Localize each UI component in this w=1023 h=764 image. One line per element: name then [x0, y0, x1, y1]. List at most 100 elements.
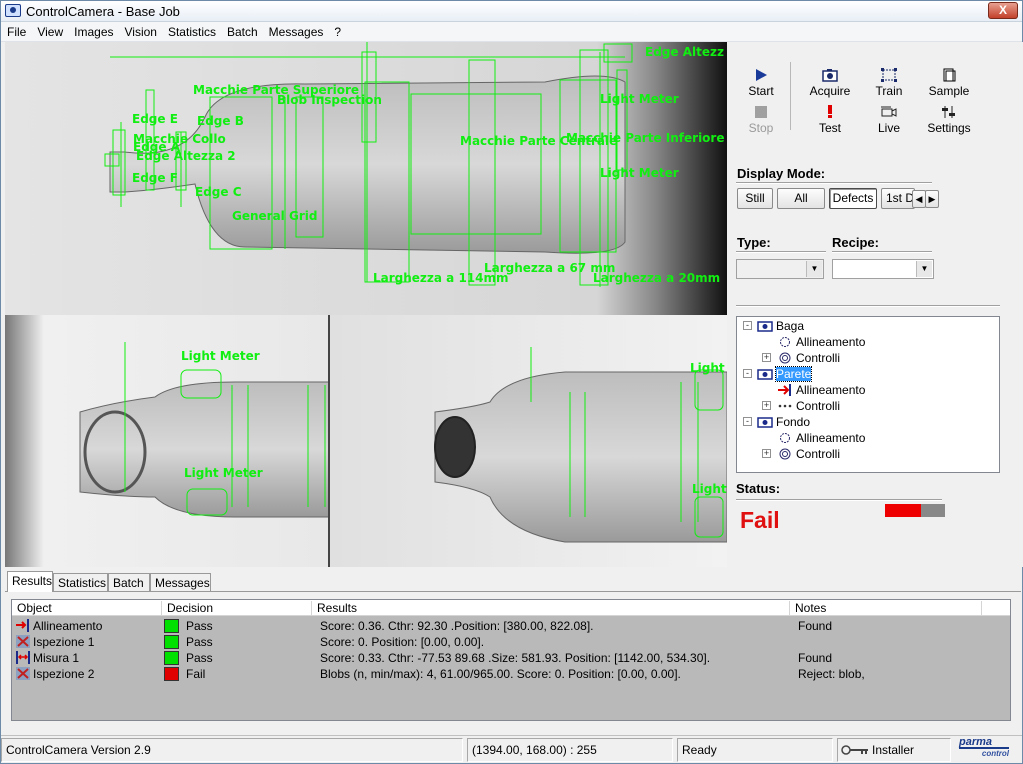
- camera-icon: [757, 417, 773, 428]
- tab-results[interactable]: Results: [7, 571, 53, 592]
- tree-expand-toggle[interactable]: +: [762, 449, 771, 458]
- window-title: ControlCamera - Base Job: [26, 4, 180, 19]
- sample-icon: [943, 68, 956, 82]
- title-bar: ControlCamera - Base Job X: [1, 1, 1022, 22]
- tree-item-parete-controlli[interactable]: Controlli: [777, 397, 840, 413]
- menu-view[interactable]: View: [31, 22, 68, 39]
- fail-indicator-bar: [885, 504, 945, 517]
- overlay-light-meter-bl-top: Light Meter: [181, 349, 260, 363]
- tree-item-parete-allineamento[interactable]: Allineamento: [777, 381, 865, 397]
- scroll-left-button[interactable]: ◀: [912, 190, 926, 208]
- overlay-light-meter-bl-bottom: Light Meter: [184, 466, 263, 480]
- acquire-button[interactable]: Acquire: [802, 68, 858, 98]
- results-header: Object Decision Results Notes: [12, 600, 1010, 616]
- overlay-light-br-top: Light: [690, 361, 725, 375]
- tree-item-fondo-allineamento[interactable]: Allineamento: [777, 429, 865, 445]
- train-button[interactable]: Train: [861, 68, 917, 98]
- pass-indicator: [164, 635, 179, 649]
- measure-icon: [16, 651, 30, 664]
- video-camera-icon: [881, 106, 897, 117]
- display-all-button[interactable]: All: [777, 188, 825, 209]
- status-version: ControlCamera Version 2.9: [1, 738, 463, 762]
- tree-expand-toggle[interactable]: +: [762, 353, 771, 362]
- inspection-tree[interactable]: - Baga Allineamento + Controlli - Parete…: [736, 316, 1000, 473]
- close-button[interactable]: X: [988, 2, 1018, 19]
- overlay-edge-altezza-2: Edge Altezza 2: [136, 149, 236, 163]
- type-select[interactable]: ▼: [736, 259, 824, 279]
- camera-app-icon: [5, 4, 21, 17]
- col-object[interactable]: Object: [12, 601, 162, 616]
- tree-expand-toggle[interactable]: +: [762, 401, 771, 410]
- display-first-defect-button[interactable]: 1st D: [881, 188, 915, 209]
- divider: [736, 305, 1000, 307]
- overlay-edge-c: Edge C: [195, 185, 242, 199]
- stop-button[interactable]: Stop: [733, 105, 789, 135]
- overlay-labels: Edge Altezz Macchie Parte Superiore Blob…: [5, 42, 727, 567]
- tab-messages[interactable]: Messages: [150, 573, 211, 591]
- display-mode-label: Display Mode:: [737, 166, 826, 181]
- overlay-edge-e: Edge E: [132, 112, 178, 126]
- cross-icon: [16, 635, 30, 648]
- arrow-icon: [778, 383, 791, 396]
- start-button[interactable]: Start: [733, 68, 789, 98]
- camera-icon: [757, 369, 773, 380]
- camera-icon: [757, 321, 773, 332]
- image-viewer[interactable]: Edge Altezz Macchie Parte Superiore Blob…: [5, 42, 727, 567]
- chevron-down-icon: ▼: [916, 261, 932, 277]
- menu-batch[interactable]: Batch: [221, 22, 263, 39]
- parma-control-logo: parma control: [959, 736, 1009, 758]
- overlay-edge-altezza: Edge Altezz: [645, 45, 724, 59]
- settings-button[interactable]: Settings: [921, 105, 977, 135]
- menu-messages[interactable]: Messages: [263, 22, 329, 39]
- recipe-select[interactable]: ▼: [832, 259, 934, 279]
- tree-item-fondo-controlli[interactable]: Controlli: [777, 445, 840, 461]
- menu-file[interactable]: File: [1, 22, 31, 39]
- tree-item-baga-controlli[interactable]: Controlli: [777, 349, 840, 365]
- camera-icon: [822, 69, 838, 82]
- test-button[interactable]: Test: [802, 105, 858, 135]
- cross-icon: [16, 667, 30, 680]
- chevron-down-icon: ▼: [806, 261, 822, 277]
- overlay-edge-f: Edge F: [132, 171, 178, 185]
- sample-button[interactable]: Sample: [921, 68, 977, 98]
- play-icon: [756, 69, 767, 81]
- table-row[interactable]: Ispezione 2 Fail Blobs (n, min/max): 4, …: [12, 666, 1010, 682]
- scroll-right-button[interactable]: ▶: [925, 190, 939, 208]
- pass-indicator: [164, 619, 179, 633]
- results-table: Object Decision Results Notes Allineamen…: [11, 599, 1011, 721]
- status-bar: ControlCamera Version 2.9 (1394.00, 168.…: [1, 735, 1022, 763]
- tree-item-baga[interactable]: Baga: [757, 317, 804, 333]
- tree-item-parete[interactable]: Parete: [757, 365, 813, 382]
- tree-collapse-toggle[interactable]: -: [743, 417, 752, 426]
- overlay-macchie-inferiore: Macchie Parte Inferiore: [566, 131, 725, 145]
- target-icon: [779, 448, 791, 460]
- tree-item-baga-allineamento[interactable]: Allineamento: [777, 333, 865, 349]
- col-notes[interactable]: Notes: [790, 601, 982, 616]
- menu-help[interactable]: ?: [328, 22, 346, 39]
- dots-icon: [778, 404, 792, 408]
- status-user[interactable]: Installer: [837, 738, 951, 762]
- table-row[interactable]: Allineamento Pass Score: 0.36. Cthr: 92.…: [12, 618, 1010, 634]
- live-button[interactable]: Live: [861, 105, 917, 135]
- menu-vision[interactable]: Vision: [119, 22, 162, 39]
- col-results[interactable]: Results: [312, 601, 790, 616]
- divider: [832, 251, 932, 253]
- pass-indicator: [164, 651, 179, 665]
- display-defects-button[interactable]: Defects: [829, 188, 877, 209]
- overlay-light-meter-mid: Light Meter: [600, 166, 679, 180]
- tab-statistics[interactable]: Statistics: [53, 573, 108, 591]
- menu-statistics[interactable]: Statistics: [162, 22, 221, 39]
- tree-collapse-toggle[interactable]: -: [743, 321, 752, 330]
- tree-collapse-toggle[interactable]: -: [743, 369, 752, 378]
- table-row[interactable]: Ispezione 1 Pass Score: 0. Position: [0.…: [12, 634, 1010, 650]
- tab-batch[interactable]: Batch: [108, 573, 150, 591]
- col-decision[interactable]: Decision: [162, 601, 312, 616]
- display-still-button[interactable]: Still: [737, 188, 773, 209]
- table-row[interactable]: Misura 1 Pass Score: 0.33. Cthr: -77.53 …: [12, 650, 1010, 666]
- fail-indicator-fill: [885, 504, 921, 517]
- menu-images[interactable]: Images: [68, 22, 118, 39]
- overlay-blob: Blob Inspection: [277, 93, 382, 107]
- status-state: Ready: [677, 738, 833, 762]
- train-roi-icon: [881, 68, 897, 82]
- tree-item-fondo[interactable]: Fondo: [757, 413, 810, 429]
